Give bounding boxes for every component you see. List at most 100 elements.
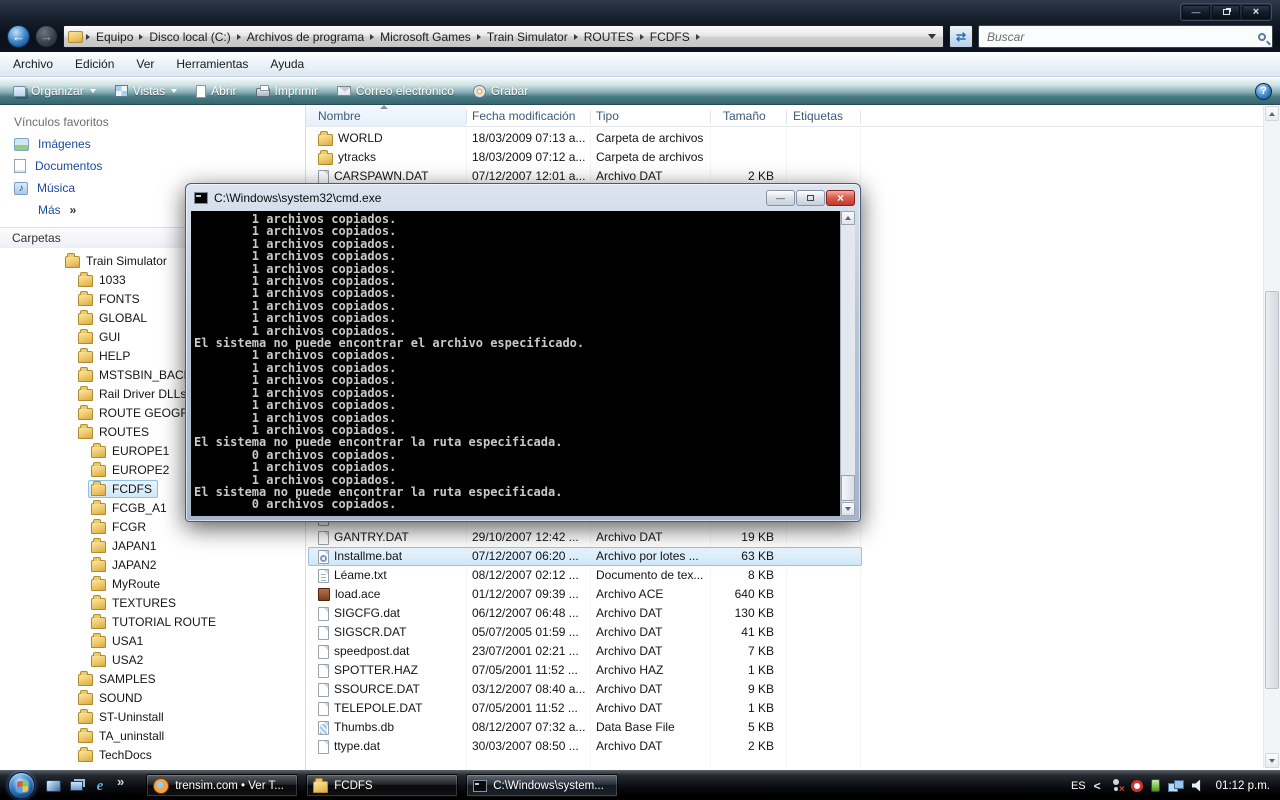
- breadcrumb-item[interactable]: Archivos de programa: [244, 30, 367, 44]
- table-row[interactable]: Thumbs.db 08/12/2007 07:32 a... Data Bas…: [306, 718, 1263, 737]
- language-indicator[interactable]: ES: [1071, 780, 1086, 792]
- file-size: [682, 129, 774, 148]
- forward-button[interactable]: →: [35, 25, 58, 48]
- table-row[interactable]: SIGCFG.dat 06/12/2007 06:48 ... Archivo …: [306, 604, 1263, 623]
- menu-item[interactable]: Archivo: [4, 54, 62, 74]
- taskbar-task-button[interactable]: C:\Windows\system...: [466, 774, 618, 797]
- folder-tree-item[interactable]: JAPAN2: [0, 555, 305, 574]
- folder-tree-item[interactable]: SOUND: [0, 688, 305, 707]
- scroll-down-icon[interactable]: [1265, 753, 1279, 768]
- toolbar-button[interactable]: Abrir: [191, 82, 241, 100]
- menu-item[interactable]: Ver: [127, 54, 163, 74]
- tray-icon[interactable]: [1109, 779, 1123, 792]
- table-row[interactable]: TELEPOLE.DAT 07/05/2001 11:52 ... Archiv…: [306, 699, 1263, 718]
- folder-icon: [78, 294, 93, 306]
- close-button[interactable]: ×: [1242, 5, 1270, 19]
- restore-button[interactable]: [1212, 5, 1240, 19]
- tray-icon[interactable]: [1151, 779, 1160, 792]
- breadcrumb-dropdown-icon[interactable]: [928, 34, 936, 39]
- task-label: FCDFS: [334, 780, 372, 792]
- folder-tree-item[interactable]: TA_uninstall: [0, 726, 305, 745]
- folder-tree-item[interactable]: MyRoute: [0, 574, 305, 593]
- table-row[interactable]: SIGSCR.DAT 05/07/2005 01:59 ... Archivo …: [306, 623, 1263, 642]
- column-header-tags[interactable]: Etiquetas: [793, 109, 843, 123]
- tray-icon[interactable]: [1168, 780, 1184, 792]
- scroll-up-icon[interactable]: [1265, 106, 1279, 121]
- search-input[interactable]: [985, 29, 1258, 45]
- breadcrumb-item[interactable]: ROUTES: [581, 30, 637, 44]
- favorite-label: Imágenes: [38, 137, 91, 151]
- scrollbar-thumb[interactable]: [841, 475, 855, 501]
- breadcrumb-item[interactable]: Microsoft Games: [377, 30, 474, 44]
- tray-expand-chevron-icon[interactable]: <: [1094, 779, 1101, 793]
- table-row[interactable]: ytracks 18/03/2009 07:12 a... Carpeta de…: [306, 148, 1263, 167]
- folder-tree-item[interactable]: TUTORIAL ROUTE: [0, 612, 305, 631]
- scroll-down-icon[interactable]: [841, 502, 855, 516]
- breadcrumb-separator-icon: [237, 34, 241, 40]
- column-header-name[interactable]: Nombre: [318, 109, 361, 123]
- folder-tree-item[interactable]: JAPAN1: [0, 536, 305, 555]
- tray-icon[interactable]: [1129, 778, 1144, 793]
- back-button[interactable]: ←: [7, 25, 30, 48]
- column-header-size[interactable]: Tamaño: [723, 109, 766, 123]
- minimize-button[interactable]: —: [766, 190, 795, 206]
- favorite-link[interactable]: Documentos: [0, 155, 305, 177]
- table-row[interactable]: Léame.txt 08/12/2007 02:12 ... Documento…: [306, 566, 1263, 585]
- help-button[interactable]: ?: [1255, 83, 1272, 100]
- console-line: 1 archivos copiados.: [194, 225, 840, 237]
- column-header-date[interactable]: Fecha modificación: [472, 109, 575, 123]
- table-row[interactable]: load.ace 01/12/2007 09:39 ... Archivo AC…: [306, 585, 1263, 604]
- table-row[interactable]: WORLD 18/03/2009 07:13 a... Carpeta de a…: [306, 129, 1263, 148]
- tray-icon[interactable]: [1192, 780, 1205, 792]
- toolbar-button[interactable]: Grabar: [468, 82, 533, 100]
- taskbar-clock[interactable]: 01:12 p.m.: [1216, 780, 1270, 792]
- vertical-scrollbar[interactable]: [1263, 106, 1280, 768]
- breadcrumb-item[interactable]: FCDFS: [647, 30, 693, 44]
- folder-tree-item[interactable]: USA2: [0, 650, 305, 669]
- minimize-button[interactable]: —: [1182, 5, 1210, 19]
- table-row[interactable]: SPOTTER.HAZ 07/05/2001 11:52 ... Archivo…: [306, 661, 1263, 680]
- folder-icon: [91, 598, 106, 610]
- cmd-console[interactable]: 1 archivos copiados. 1 archivos copiados…: [191, 211, 855, 516]
- table-row[interactable]: ttype.dat 30/03/2007 08:50 ... Archivo D…: [306, 737, 1263, 756]
- menu-item[interactable]: Ayuda: [261, 54, 313, 74]
- folder-tree-item[interactable]: SAMPLES: [0, 669, 305, 688]
- quick-launch-icon[interactable]: [117, 777, 124, 787]
- folder-icon: [91, 522, 106, 534]
- folder-tree-item[interactable]: ST-Uninstall: [0, 707, 305, 726]
- folder-tree-item[interactable]: TechDocs: [0, 745, 305, 764]
- breadcrumb[interactable]: Equipo Disco local (C:) Archivos de prog…: [63, 25, 944, 48]
- quick-launch-icon[interactable]: [46, 780, 61, 792]
- toolbar-button[interactable]: Correo electrónico: [332, 82, 459, 100]
- table-row[interactable]: GANTRY.DAT 29/10/2007 12:42 ... Archivo …: [306, 528, 1263, 547]
- folder-tree-item[interactable]: TEXTURES: [0, 593, 305, 612]
- table-row[interactable]: SSOURCE.DAT 03/12/2007 08:40 a... Archiv…: [306, 680, 1263, 699]
- scroll-up-icon[interactable]: [841, 211, 855, 225]
- menu-item[interactable]: Herramientas: [167, 54, 257, 74]
- cmd-scrollbar[interactable]: [840, 211, 855, 516]
- menu-item[interactable]: Edición: [66, 54, 123, 74]
- taskbar-task-button[interactable]: trensim.com • Ver T...: [146, 774, 298, 797]
- quick-launch-icon[interactable]: [70, 781, 83, 791]
- column-header-type[interactable]: Tipo: [596, 109, 619, 123]
- console-line: 1 archivos copiados.: [194, 250, 840, 262]
- close-button[interactable]: ×: [826, 190, 855, 206]
- toolbar-button[interactable]: Organizar: [8, 82, 101, 100]
- breadcrumb-item[interactable]: Equipo: [93, 30, 136, 44]
- refresh-button[interactable]: ⇄: [949, 25, 973, 48]
- breadcrumb-item[interactable]: Disco local (C:): [146, 30, 233, 44]
- quick-launch-icon[interactable]: [92, 778, 108, 794]
- toolbar-button[interactable]: Imprimir: [251, 82, 323, 100]
- search-icon[interactable]: [1258, 33, 1266, 41]
- breadcrumb-item[interactable]: Train Simulator: [484, 30, 571, 44]
- cmd-titlebar[interactable]: C:\Windows\system32\cmd.exe — ×: [186, 184, 860, 209]
- taskbar-task-button[interactable]: FCDFS: [306, 774, 458, 797]
- scrollbar-thumb[interactable]: [1265, 291, 1279, 689]
- toolbar-button[interactable]: Vistas: [110, 82, 182, 100]
- favorite-link[interactable]: Imágenes: [0, 133, 305, 155]
- table-row[interactable]: speedpost.dat 23/07/2001 02:21 ... Archi…: [306, 642, 1263, 661]
- maximize-button[interactable]: [796, 190, 825, 206]
- start-button[interactable]: [8, 772, 35, 799]
- folder-tree-item[interactable]: USA1: [0, 631, 305, 650]
- table-row[interactable]: Installme.bat 07/12/2007 06:20 ... Archi…: [306, 547, 1263, 566]
